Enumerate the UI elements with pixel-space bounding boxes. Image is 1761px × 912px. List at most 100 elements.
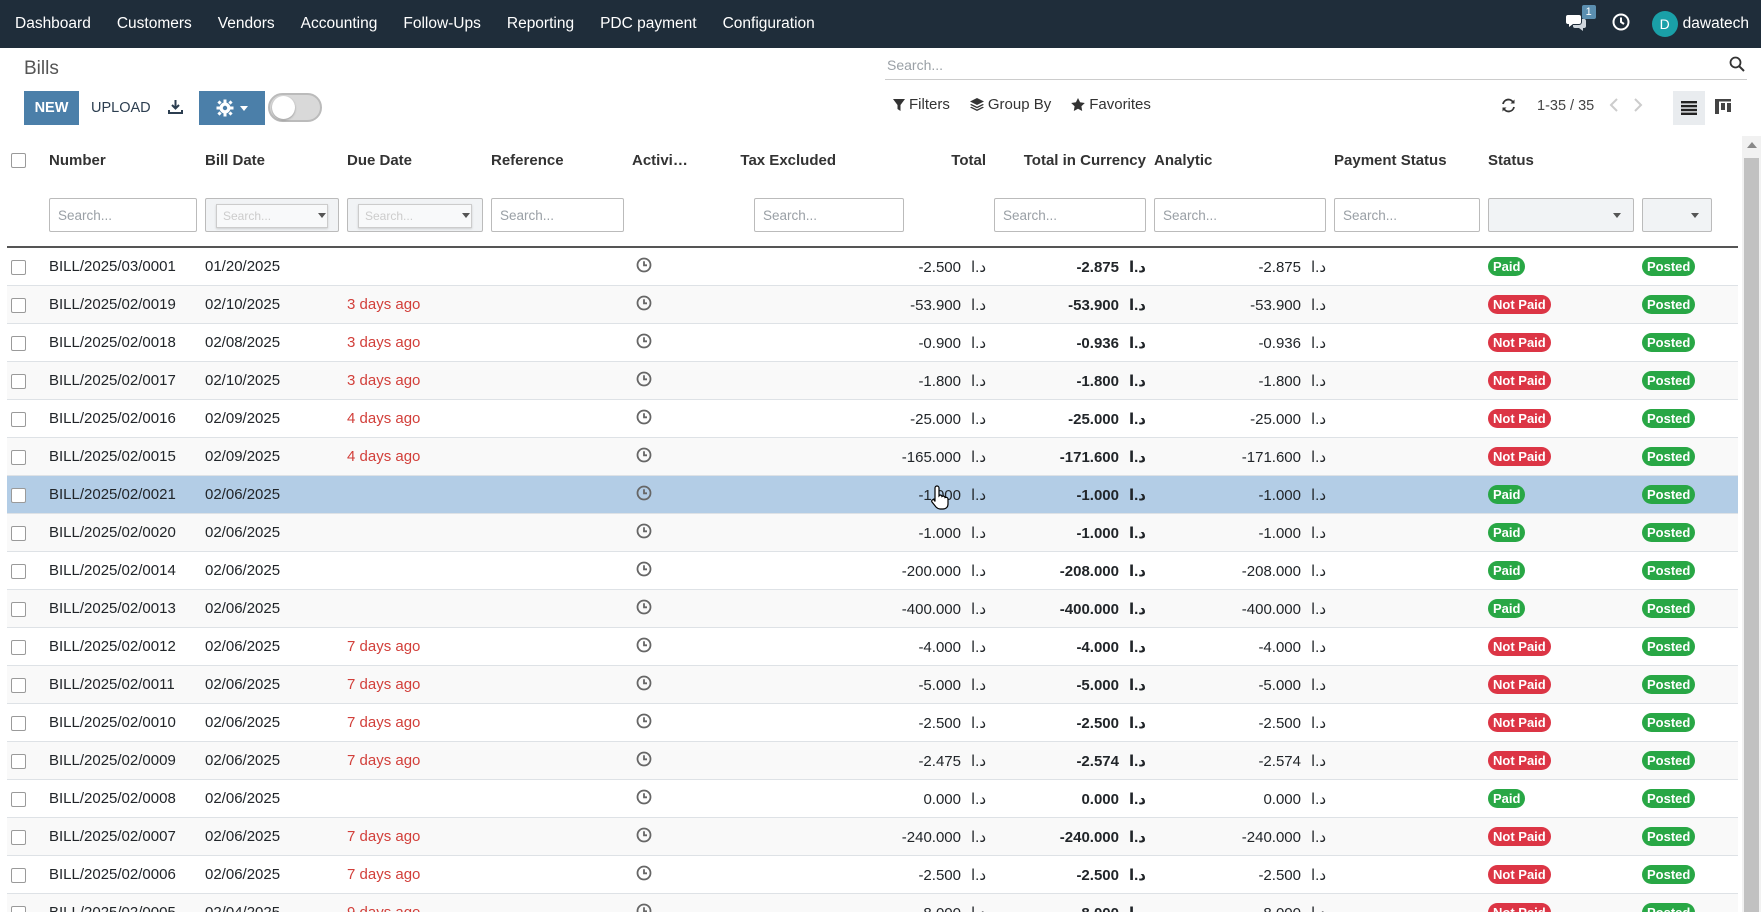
bill-number[interactable]: BILL/2025/02/0010 [45,703,201,742]
kanban-view-icon[interactable] [1715,99,1731,118]
activity-clock-icon[interactable] [1612,13,1630,35]
row-checkbox[interactable] [11,601,26,617]
filter-tax-input[interactable] [754,198,904,232]
table-row[interactable]: BILL/2025/02/0020 02/06/2025 -1.000 د.ا -1.0… [7,513,1738,552]
bill-number[interactable]: BILL/2025/02/0021 [45,475,201,514]
bill-number[interactable]: BILL/2025/02/0008 [45,779,201,818]
filter-bill-date-select[interactable]: Search... [205,198,339,232]
activity-clock-icon[interactable] [636,561,652,577]
table-row[interactable]: BILL/2025/02/0008 02/06/2025 0.000 د.ا 0.000… [7,779,1738,818]
table-row[interactable]: BILL/2025/02/0010 02/06/2025 7 days ago -2.… [7,703,1738,742]
row-checkbox[interactable] [11,905,26,912]
download-icon[interactable] [168,99,183,118]
row-checkbox[interactable] [11,829,26,845]
row-select-cell[interactable] [7,589,45,628]
filters-button[interactable]: Filters [893,96,950,113]
row-select-cell[interactable] [7,817,45,856]
row-select-cell[interactable] [7,247,45,286]
row-select-cell[interactable] [7,475,45,514]
table-row[interactable]: BILL/2025/02/0019 02/10/2025 3 days ago -53… [7,285,1738,324]
row-checkbox[interactable] [11,411,26,427]
refresh-icon[interactable] [1501,98,1516,117]
row-checkbox[interactable] [11,753,26,769]
row-select-cell[interactable] [7,741,45,780]
bill-number[interactable]: BILL/2025/02/0016 [45,399,201,438]
row-checkbox[interactable] [11,525,26,541]
table-row[interactable]: BILL/2025/02/000502/04/20259 days ago -8.… [7,893,1738,912]
table-row[interactable]: BILL/2025/02/0018 02/08/2025 3 days ago -0.… [7,323,1738,362]
select-all-checkbox[interactable] [11,153,26,169]
row-checkbox[interactable] [11,867,26,883]
menu-vendors[interactable]: Vendors [205,0,288,48]
pager-previous-icon[interactable] [1609,98,1619,116]
activity-clock-icon[interactable] [636,675,652,691]
bill-number[interactable]: BILL/2025/02/0005 [45,893,201,912]
row-checkbox[interactable] [11,677,26,693]
activity-clock-icon[interactable] [636,409,652,425]
col-analytic[interactable]: Analytic [1150,136,1330,184]
row-select-cell[interactable] [7,703,45,742]
group-by-button[interactable]: Group By [969,96,1051,113]
col-status[interactable]: Status [1484,136,1638,184]
bill-number[interactable]: BILL/2025/03/0001 [45,247,201,286]
activity-clock-icon[interactable] [636,599,652,615]
menu-pdc-payment[interactable]: PDC payment [587,0,709,48]
row-checkbox[interactable] [11,373,26,389]
filter-number-input[interactable] [49,198,197,232]
activity-clock-icon[interactable] [636,485,652,501]
menu-dashboard[interactable]: Dashboard [0,0,104,48]
select-all-header[interactable] [7,136,45,184]
row-select-cell[interactable] [7,665,45,704]
table-row[interactable]: BILL/2025/02/0016 02/09/2025 4 days ago -25… [7,399,1738,438]
row-checkbox[interactable] [11,297,26,313]
toggle-switch[interactable] [268,93,322,122]
table-row[interactable]: BILL/2025/02/0017 02/10/2025 3 days ago -1.… [7,361,1738,400]
activity-clock-icon[interactable] [636,333,652,349]
col-total-currency[interactable]: Total in Currency [990,136,1150,184]
avatar[interactable]: D [1651,11,1678,37]
row-select-cell[interactable] [7,361,45,400]
menu-reporting[interactable]: Reporting [494,0,587,48]
row-checkbox[interactable] [11,639,26,655]
bill-number[interactable]: BILL/2025/02/0014 [45,551,201,590]
table-row[interactable]: BILL/2025/02/0012 02/06/2025 7 days ago -4.… [7,627,1738,666]
chat-icon[interactable]: 1 [1565,5,1596,35]
scroll-up-arrow[interactable] [1747,142,1757,148]
search-icon[interactable] [1729,56,1745,76]
activity-clock-icon[interactable] [636,371,652,387]
new-button[interactable]: NEW [24,91,79,125]
filter-reference-input[interactable] [491,198,624,232]
row-checkbox[interactable] [11,791,26,807]
filter-total-input[interactable] [994,198,1146,232]
activity-clock-icon[interactable] [636,523,652,539]
menu-follow-ups[interactable]: Follow-Ups [390,0,494,48]
row-select-cell[interactable] [7,551,45,590]
list-view-button[interactable] [1673,91,1705,125]
table-row[interactable]: BILL/2025/02/0007 02/06/2025 7 days ago -24… [7,817,1738,856]
activity-clock-icon[interactable] [636,447,652,463]
table-row[interactable]: BILL/2025/02/0009 02/06/2025 7 days ago -2.… [7,741,1738,780]
row-select-cell[interactable] [7,893,45,912]
row-select-cell[interactable] [7,323,45,362]
bill-number[interactable]: BILL/2025/02/0011 [45,665,201,704]
table-row[interactable]: BILL/2025/03/0001 01/20/2025 -2.500 د.ا -2.8… [7,247,1738,286]
table-row[interactable]: BILL/2025/02/0011 02/06/2025 7 days ago -5.… [7,665,1738,704]
row-select-cell[interactable] [7,437,45,476]
row-select-cell[interactable] [7,399,45,438]
actions-gear-button[interactable] [199,91,265,125]
filter-analytic-input[interactable] [1334,198,1480,232]
table-row[interactable]: BILL/2025/02/0014 02/06/2025 -200.000 د.ا -2… [7,551,1738,590]
table-row[interactable]: BILL/2025/02/002102/06/2025-1.000د.ا-1.0… [7,475,1738,514]
row-checkbox[interactable] [11,487,26,503]
col-total[interactable]: Total [840,136,990,184]
table-row[interactable]: BILL/2025/02/0015 02/09/2025 4 days ago -16… [7,437,1738,476]
row-checkbox[interactable] [11,335,26,351]
favorites-button[interactable]: Favorites [1071,96,1151,113]
row-checkbox[interactable] [11,259,26,275]
upload-button[interactable]: UPLOAD [91,91,151,125]
col-due-date[interactable]: Due Date [343,136,487,184]
table-row[interactable]: BILL/2025/02/0006 02/06/2025 7 days ago -2.… [7,855,1738,894]
activity-clock-icon[interactable] [636,903,652,912]
table-row[interactable]: BILL/2025/02/0013 02/06/2025 -400.000 د.ا -4… [7,589,1738,628]
search-input[interactable] [885,52,1709,78]
